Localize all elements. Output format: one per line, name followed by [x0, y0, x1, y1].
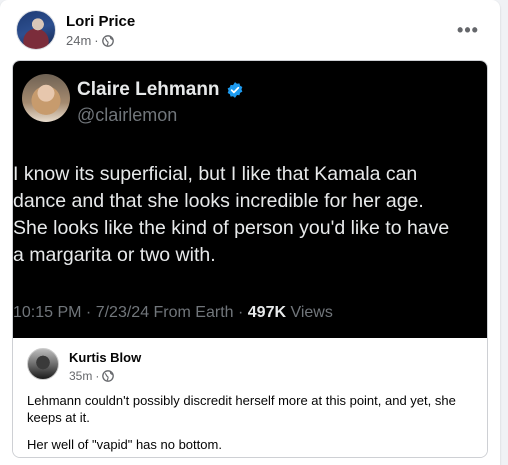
tweet-text: I know its superficial, but I like that … — [13, 161, 487, 269]
tweet-views-count: 497K — [247, 304, 287, 321]
tweet-views-label: Views — [286, 304, 333, 321]
tweet-line: dance and that she looks incredible for … — [13, 190, 424, 212]
meta-separator: · — [95, 369, 100, 383]
tweet-handle: @clairlemon — [77, 105, 178, 125]
commenter-name[interactable]: Kurtis Blow — [69, 350, 141, 365]
globe-icon — [102, 370, 115, 382]
shared-content[interactable]: Claire Lehmann @clairlemon I know its su… — [12, 60, 488, 458]
post-time[interactable]: 24m — [66, 33, 91, 48]
post-header: Lori Price 24m · ••• — [16, 10, 484, 54]
post-card: Lori Price 24m · ••• Claire Lehmann @cla… — [0, 0, 500, 465]
tweet-line: a margarita or two with. — [13, 244, 216, 266]
tweet-stats: 10:15 PM · 7/23/24 From Earth · 497K Vie… — [13, 304, 333, 322]
commenter-avatar[interactable] — [27, 348, 59, 380]
comment-text: Lehmann couldn't possibly discredit hers… — [27, 392, 479, 453]
shared-comment: Kurtis Blow 35m · Lehmann couldn't possi… — [13, 338, 487, 457]
tweet-avatar — [22, 74, 70, 122]
author-avatar[interactable] — [16, 10, 56, 50]
comment-paragraph: Lehmann couldn't possibly discredit hers… — [27, 393, 456, 425]
globe-icon — [101, 34, 114, 47]
post-meta: 24m · — [66, 33, 114, 48]
meta-separator: · — [94, 33, 99, 48]
verified-badge-icon — [227, 82, 242, 98]
tweet-author-name: Claire Lehmann — [77, 79, 244, 101]
author-name[interactable]: Lori Price — [66, 13, 135, 30]
comment-time[interactable]: 35m — [69, 369, 92, 383]
tweet-line: I know its superficial, but I like that … — [13, 163, 418, 185]
more-options-icon[interactable]: ••• — [452, 14, 484, 46]
comment-meta: 35m · — [69, 369, 115, 383]
tweet-line: She looks like the kind of person you'd … — [13, 217, 450, 239]
tweet-timestamp: 10:15 PM · 7/23/24 From Earth · — [13, 304, 248, 321]
tweet-author-label: Claire Lehmann — [77, 79, 220, 100]
comment-paragraph: Her well of "vapid" has no bottom. — [27, 437, 222, 452]
tweet-screenshot: Claire Lehmann @clairlemon I know its su… — [13, 61, 487, 338]
